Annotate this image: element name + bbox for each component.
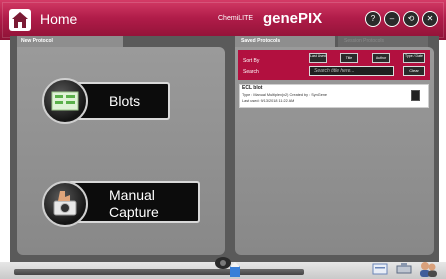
blot-membrane-icon <box>51 91 79 111</box>
home-icon[interactable] <box>9 9 31 31</box>
tab-new-protocol[interactable]: New Protocol <box>17 36 123 47</box>
help-button[interactable]: ? <box>365 11 381 27</box>
manual-label[interactable]: Manual <box>109 187 155 204</box>
capture-label[interactable]: Capture <box>109 204 159 221</box>
device-status-icon[interactable] <box>229 262 241 278</box>
search-label: Search <box>243 69 259 75</box>
protocol-last-used: Last used: 9/13/2018 11:22 AM <box>242 99 295 103</box>
protocol-type-line: Type : Manual Multiplex(x2) Created by :… <box>242 93 328 97</box>
blots-label[interactable]: Blots <box>109 93 140 110</box>
tab-saved-protocols[interactable]: Saved Protocols <box>235 36 335 47</box>
close-button[interactable]: ✕ <box>422 11 438 27</box>
home-label[interactable]: Home <box>40 11 77 27</box>
trash-icon[interactable] <box>411 90 420 101</box>
minimize-button[interactable]: – <box>384 11 400 27</box>
sort-title-button[interactable]: Title <box>340 53 358 63</box>
brand-genepix: genePIX <box>263 10 323 27</box>
search-input[interactable]: Search title here... <box>309 66 394 76</box>
sort-type-date-button[interactable]: Type / Date <box>403 53 425 63</box>
camera-icon[interactable] <box>42 181 88 227</box>
clear-button[interactable]: Clear <box>403 66 425 76</box>
blots-icon[interactable] <box>42 78 88 124</box>
footer-progress-track <box>14 269 304 275</box>
sort-author-button[interactable]: Author <box>372 53 390 63</box>
sort-last-used-button[interactable]: Last Used <box>309 53 327 63</box>
restore-button[interactable]: ⟲ <box>403 11 419 27</box>
sort-by-label: Sort By <box>243 58 260 64</box>
document-icon[interactable] <box>372 262 390 276</box>
protocol-title: ECL blot <box>242 85 263 91</box>
settings-tools-icon[interactable] <box>395 262 413 276</box>
tab-session-protocols[interactable]: Session Protocols <box>338 36 428 47</box>
brand-chemilite: ChemiLITE <box>218 15 254 22</box>
users-icon[interactable] <box>417 260 439 278</box>
hand-camera-icon <box>53 191 77 216</box>
